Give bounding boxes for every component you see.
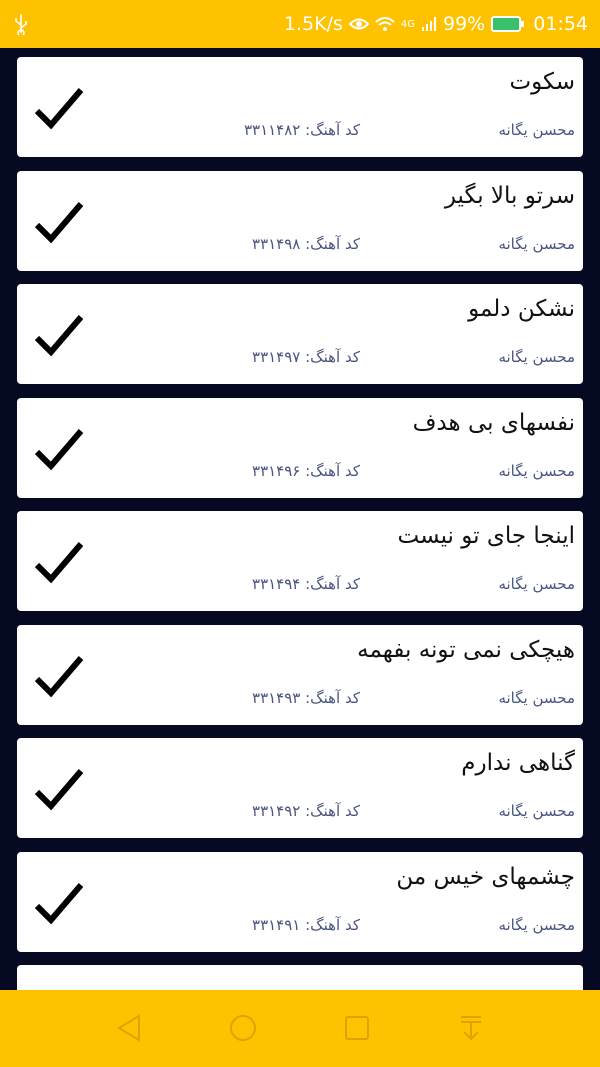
navigation-bar [0,990,600,1067]
song-artist: محسن یگانه [498,575,575,593]
checkmark-icon[interactable] [33,426,85,472]
song-artist: محسن یگانه [498,121,575,139]
checkmark-icon[interactable] [33,880,85,926]
song-code: کد آهنگ: ۳۳۱۴۹۲ [252,802,360,820]
song-code: کد آهنگ: ۳۳۱۴۹۸ [252,234,360,253]
song-card[interactable]: گناهی ندارم محسن یگانه کد آهنگ: ۳۳۱۴۹۲ [17,738,583,838]
song-card[interactable]: اینجا جای تو نیست محسن یگانه کد آهنگ: ۳۳۱۴… [17,511,583,611]
song-title: اینجا جای تو نیست [397,523,575,549]
home-icon[interactable] [221,1008,265,1048]
song-code: کد آهنگ: ۳۳۱۴۹۱ [252,915,360,934]
song-title: نفسهای بی هدف [412,409,575,436]
song-code: کد آهنگ: ۳۳۱۴۹۳ [252,688,360,707]
status-bar: 1.5K/s 4G 99% 01:54 [0,0,600,48]
wifi-icon [375,17,395,31]
back-icon[interactable] [107,1008,151,1048]
recents-icon[interactable] [335,1008,379,1048]
song-code: کد آهنگ: ۳۳۱۴۹۶ [252,461,360,480]
song-card[interactable]: چشمهای خیس من محسن یگانه کد آهنگ: ۳۳۱۴۹۱ [17,851,583,952]
song-title: سکوت [509,69,575,95]
checkmark-icon[interactable] [33,312,85,358]
song-artist: محسن یگانه [498,234,575,253]
checkmark-icon[interactable] [33,653,85,699]
checkmark-icon[interactable] [33,539,85,585]
song-card[interactable]: سکوت محسن یگانه کد آهنگ: ۳۳۱۱۴۸۲ [17,57,583,157]
song-title: هیچکی نمی تونه بفهمه [357,636,575,663]
checkmark-icon[interactable] [33,766,85,812]
status-indicators: 1.5K/s 4G 99% 01:54 [284,13,588,35]
checkmark-icon[interactable] [33,199,85,245]
signal-icon [422,17,436,31]
song-artist: محسن یگانه [498,348,575,366]
song-artist: محسن یگانه [498,461,575,480]
song-title: سرتو بالا بگیر [444,182,575,209]
song-title: بی بی بی بی بی بی [385,977,575,990]
network-speed: 1.5K/s [283,13,343,35]
song-title: چشمهای خیس من [396,863,575,890]
song-card[interactable]: نشکن دلمو محسن یگانه کد آهنگ: ۳۳۱۴۹۷ [17,284,583,384]
song-artist: محسن یگانه [498,802,575,820]
usb-icon [15,14,27,35]
checkmark-icon[interactable] [33,85,85,131]
song-list[interactable]: سکوت محسن یگانه کد آهنگ: ۳۳۱۱۴۸۲ سرتو بالا … [17,57,583,990]
song-artist: محسن یگانه [498,688,575,707]
song-code: کد آهنگ: ۳۳۱۱۴۸۲ [243,121,360,139]
eye-icon [348,18,369,30]
song-card[interactable]: سرتو بالا بگیر محسن یگانه کد آهنگ: ۳۳۱۴۹۸ [17,170,583,271]
song-title: گناهی ندارم [461,750,575,776]
song-code: کد آهنگ: ۳۳۱۴۹۴ [252,575,360,593]
network-type: 4G [400,19,415,30]
song-artist: محسن یگانه [498,915,575,934]
song-card[interactable]: بی بی بی بی بی بی [17,965,583,990]
song-card[interactable]: هیچکی نمی تونه بفهمه محسن یگانه کد آهنگ: ۳… [17,624,583,725]
battery-level: 99% [443,13,486,35]
song-title: نشکن دلمو [468,296,575,322]
battery-icon [491,16,525,32]
song-card[interactable]: نفسهای بی هدف محسن یگانه کد آهنگ: ۳۳۱۴۹۶ [17,397,583,498]
notifications-icon[interactable] [449,1008,493,1048]
song-code: کد آهنگ: ۳۳۱۴۹۷ [252,348,360,366]
clock: 01:54 [533,13,588,35]
